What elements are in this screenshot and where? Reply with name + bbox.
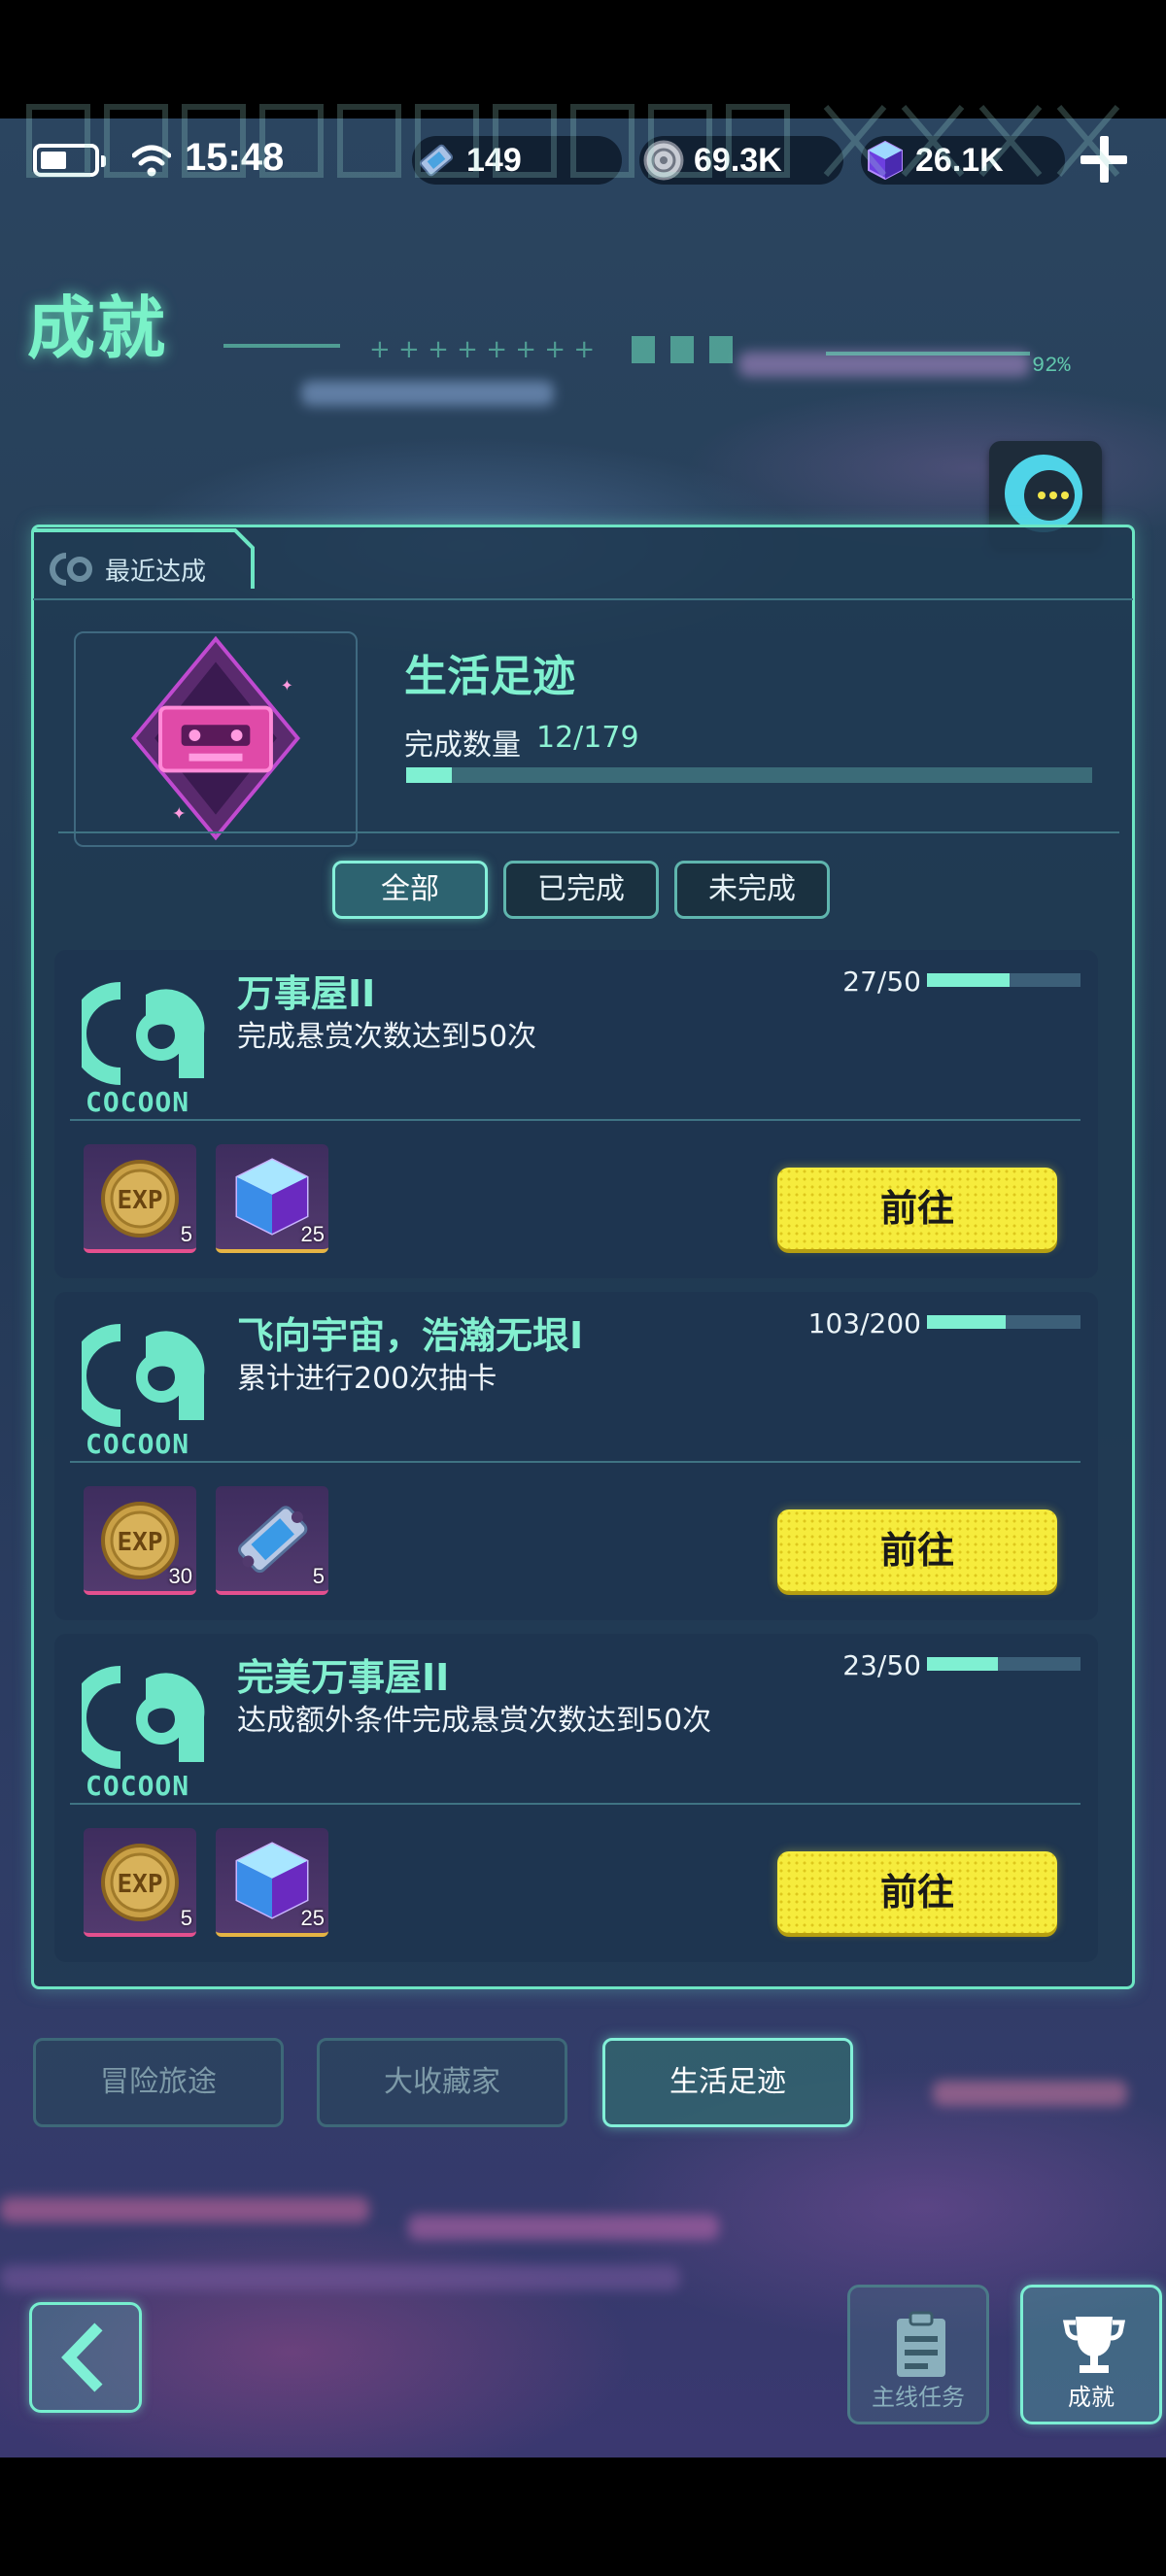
reward-count: 5	[312, 1564, 325, 1588]
achievement-progress-text: 23/50	[842, 1649, 921, 1681]
achievement-progress-text: 27/50	[842, 966, 921, 998]
bottom-bar	[0, 2457, 1166, 2576]
bg-blur	[0, 2265, 680, 2290]
svg-text:EXP: EXP	[118, 1870, 163, 1899]
divider	[58, 831, 1119, 833]
cocoon-logo-text: COCOON	[86, 1086, 190, 1118]
recent-achievement-name: 生活足迹	[404, 652, 575, 701]
cassette-badge-icon: ✦ ✦	[131, 635, 300, 841]
svg-text:✦: ✦	[281, 676, 293, 695]
divider	[70, 1119, 1080, 1121]
bg-blur	[0, 2197, 369, 2222]
recent-badge-frame: ✦ ✦	[74, 631, 358, 847]
divider	[70, 1461, 1080, 1463]
achievement-progress-fill	[927, 973, 1011, 987]
go-button[interactable]: 前往	[777, 1509, 1057, 1591]
bg-blur	[408, 2215, 719, 2240]
main-quest-label: 主线任务	[872, 2384, 965, 2411]
achievement-progress-bar	[927, 1657, 1080, 1671]
cocoon-logo-text: COCOON	[86, 1428, 190, 1460]
clipboard-icon	[897, 2311, 945, 2377]
recent-progress-bar	[406, 767, 1092, 783]
achievements-label: 成就	[1068, 2384, 1115, 2411]
achievement-title: 万事屋II	[237, 972, 376, 1015]
bg-blur	[933, 2081, 1127, 2106]
achievement-description: 累计进行200次抽卡	[237, 1362, 497, 1396]
go-button[interactable]: 前往	[777, 1168, 1057, 1249]
achievement-progress-fill	[927, 1657, 998, 1671]
reward-crystal[interactable]: 25	[216, 1144, 328, 1253]
reward-crystal[interactable]: 25	[216, 1828, 328, 1937]
cocoon-logo-icon	[82, 1666, 205, 1769]
recent-count-label: 完成数量	[404, 729, 521, 763]
category-adventure[interactable]: 冒险旅途	[33, 2038, 284, 2127]
reward-exp[interactable]: EXP 5	[84, 1144, 196, 1253]
reward-exp[interactable]: EXP 5	[84, 1828, 196, 1937]
reward-ticket[interactable]: 5	[216, 1486, 328, 1595]
reward-count: 5	[180, 1906, 192, 1930]
filter-completed[interactable]: 已完成	[503, 861, 659, 919]
svg-text:EXP: EXP	[118, 1186, 163, 1215]
reward-count: 25	[300, 1222, 325, 1246]
exp-coin-icon: EXP	[101, 1844, 179, 1921]
cocoon-logo-icon	[82, 982, 205, 1085]
achievement-title: 飞向宇宙，浩瀚无垠I	[237, 1314, 584, 1357]
divider	[70, 1803, 1080, 1805]
header-line-decoration: + + + + + + + +	[223, 335, 1030, 364]
cocoon-small-icon	[50, 553, 92, 586]
category-life[interactable]: 生活足迹	[602, 2038, 853, 2127]
divider	[33, 598, 1133, 600]
recent-count-value: 12/179	[536, 721, 639, 755]
filter-all[interactable]: 全部	[332, 861, 488, 919]
ticket-icon	[238, 1506, 308, 1574]
reward-count: 5	[180, 1222, 192, 1246]
trophy-icon	[1062, 2317, 1126, 2373]
achievement-description: 完成悬赏次数达到50次	[237, 1020, 537, 1054]
achievement-progress-fill	[927, 1315, 1007, 1329]
category-collector[interactable]: 大收藏家	[317, 2038, 567, 2127]
recent-progress-fill	[406, 767, 453, 783]
svg-text:✦: ✦	[172, 804, 187, 824]
achievement-progress-bar	[927, 1315, 1080, 1329]
reward-count: 25	[300, 1906, 325, 1930]
cocoon-logo-text: COCOON	[86, 1770, 190, 1802]
go-button[interactable]: 前往	[777, 1851, 1057, 1933]
achievement-description: 达成额外条件完成悬赏次数达到50次	[237, 1704, 712, 1738]
achievement-card: COCOON 飞向宇宙，浩瀚无垠I 累计进行200次抽卡 103/200 EXP…	[54, 1292, 1098, 1620]
main-quest-button[interactable]: 主线任务	[847, 2285, 989, 2424]
achievement-progress-text: 103/200	[807, 1307, 921, 1339]
achievement-card: COCOON 完美万事屋II 达成额外条件完成悬赏次数达到50次 23/50 E…	[54, 1634, 1098, 1962]
header-decoration	[26, 104, 1120, 178]
recent-label: 最近达成	[105, 558, 207, 587]
svg-text:EXP: EXP	[118, 1528, 163, 1557]
reward-count: 30	[168, 1564, 192, 1588]
bg-blur	[301, 381, 554, 406]
back-button[interactable]	[29, 2302, 142, 2413]
svg-text:+ + + + + + + +: + + + + + + + +	[369, 335, 595, 364]
page-title: 成就	[27, 288, 167, 368]
achievements-button[interactable]: 成就	[1020, 2285, 1162, 2424]
achievement-title: 完美万事屋II	[237, 1656, 450, 1699]
filter-incomplete[interactable]: 未完成	[674, 861, 830, 919]
achievement-progress-bar	[927, 973, 1080, 987]
header-percent: 92%	[1032, 354, 1071, 378]
achievement-card: COCOON 万事屋II 完成悬赏次数达到50次 27/50 EXP 5 25 …	[54, 950, 1098, 1278]
cocoon-logo-icon	[82, 1324, 205, 1427]
reward-exp[interactable]: EXP 30	[84, 1486, 196, 1595]
exp-coin-icon: EXP	[101, 1160, 179, 1237]
chevron-left-icon	[61, 2322, 103, 2392]
